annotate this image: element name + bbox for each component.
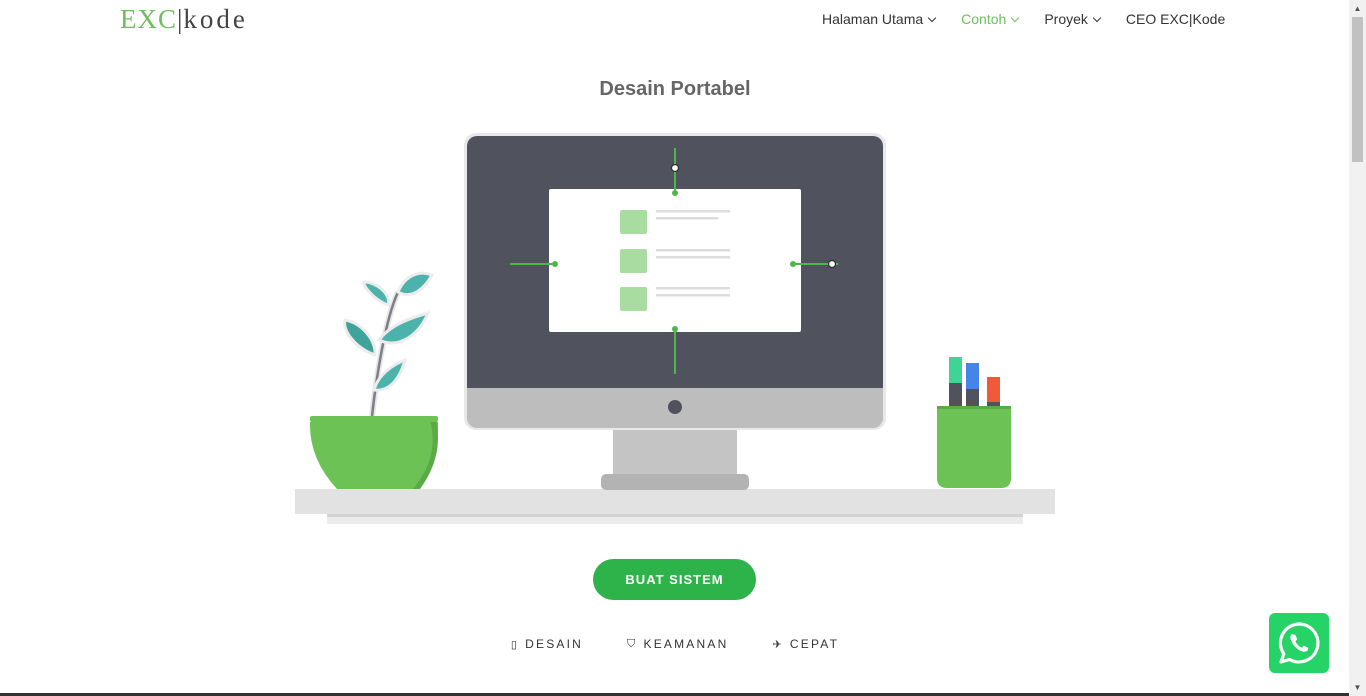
feature-item-cepat: ✈ CEPAT [772, 637, 839, 651]
feature-item-keamanan: ⛉ KEAMANAN [627, 637, 728, 651]
page-scrollbar[interactable]: ▲ ▼ [1349, 0, 1366, 696]
scrollbar-thumb[interactable] [1352, 17, 1363, 162]
whatsapp-icon [1278, 622, 1320, 664]
plane-icon: ✈ [772, 638, 784, 651]
monitor-illustration [464, 133, 886, 490]
feature-label: KEAMANAN [643, 637, 729, 651]
mobile-icon: ▯ [510, 638, 520, 651]
feature-item-desain: ▯ DESAIN [511, 637, 583, 651]
hero-illustration [295, 133, 1055, 524]
whatsapp-button[interactable] [1269, 613, 1329, 673]
feature-label: CEPAT [789, 637, 840, 651]
scroll-up-icon[interactable]: ▲ [1349, 0, 1366, 17]
shield-icon: ⛉ [627, 637, 638, 650]
feature-label: DESAIN [525, 637, 584, 651]
pen-cup-illustration [937, 357, 1011, 488]
plant-illustration [309, 271, 439, 489]
feature-list: ▯ DESAIN ⛉ KEAMANAN ✈ CEPAT [0, 637, 1350, 651]
build-system-button[interactable]: BUAT SISTEM [593, 559, 756, 600]
desk-illustration [295, 489, 1055, 524]
scroll-down-icon[interactable]: ▼ [1349, 679, 1366, 696]
